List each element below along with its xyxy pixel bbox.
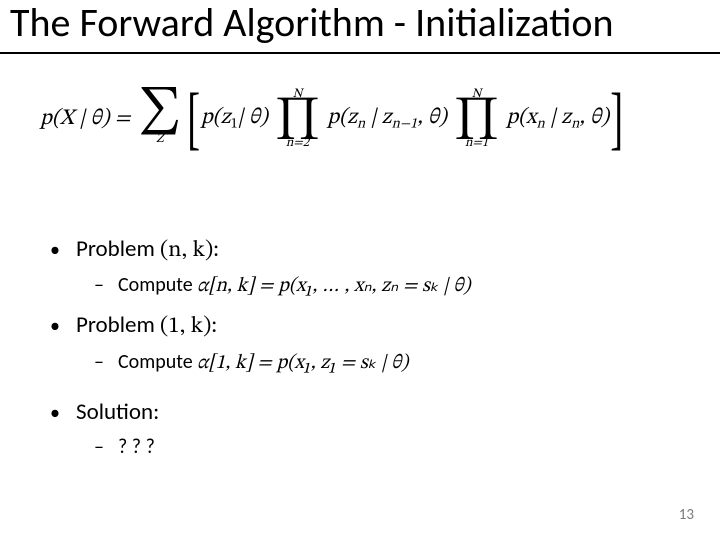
problem-1k: • Problem (1, k):: [50, 309, 680, 343]
problem-nk-label: Problem: [76, 235, 160, 263]
problem-nk: • Problem (n, k):: [50, 233, 680, 267]
dash-icon: –: [94, 271, 118, 300]
term1: p(z1| θ): [201, 104, 268, 133]
problem-nk-math: (n, k):: [160, 239, 219, 262]
product-1: N ∏ n=2: [275, 88, 320, 150]
bullet-icon: •: [50, 399, 76, 428]
solution-answer: – ? ? ?: [94, 433, 680, 462]
right-bracket: ]: [610, 89, 623, 149]
compute-1k: – Compute α[1, k] = p(x₁, z₁ = sₖ | θ): [94, 348, 680, 378]
compute-nk: – Compute α[n, k] = p(x₁, … , xₙ, zₙ = s…: [94, 271, 680, 301]
compute-nk-label: Compute: [118, 273, 197, 297]
compute-1k-label: Compute: [118, 350, 197, 374]
bullet-icon: •: [50, 236, 76, 265]
problem-1k-label: Problem: [76, 311, 160, 339]
compute-1k-math: α[1, k] = p(x₁, z₁ = sₖ | θ): [197, 353, 408, 373]
left-bracket: [: [187, 89, 200, 149]
slide: The Forward Algorithm - Initialization p…: [0, 0, 720, 540]
solution: • Solution:: [50, 396, 680, 429]
term3: p(xn | zn, θ): [506, 104, 609, 133]
bullet-list: • Problem (n, k): – Compute α[n, k] = p(…: [50, 225, 680, 462]
sum-operator: ∑ Z: [138, 92, 181, 146]
title-divider: [0, 52, 720, 54]
page-number: 13: [679, 506, 694, 524]
dash-icon: –: [94, 348, 118, 377]
dash-icon: –: [94, 433, 118, 462]
slide-title: The Forward Algorithm - Initialization: [10, 2, 710, 44]
solution-answer-text: ? ? ?: [118, 433, 155, 462]
compute-nk-math: α[n, k] = p(x₁, … , xₙ, zₙ = sₖ | θ): [197, 276, 470, 296]
product-2: N ∏ n=1: [454, 88, 499, 150]
formula-lhs: p(X | θ) =: [40, 105, 130, 133]
term2: p(zn | zn−1, θ): [327, 104, 447, 133]
solution-label: Solution:: [76, 396, 159, 429]
bullet-icon: •: [50, 312, 76, 341]
main-formula: p(X | θ) = ∑ Z [ p(z1| θ) N ∏ n=2 p(zn |…: [40, 88, 680, 150]
problem-1k-math: (1, k):: [160, 315, 217, 338]
